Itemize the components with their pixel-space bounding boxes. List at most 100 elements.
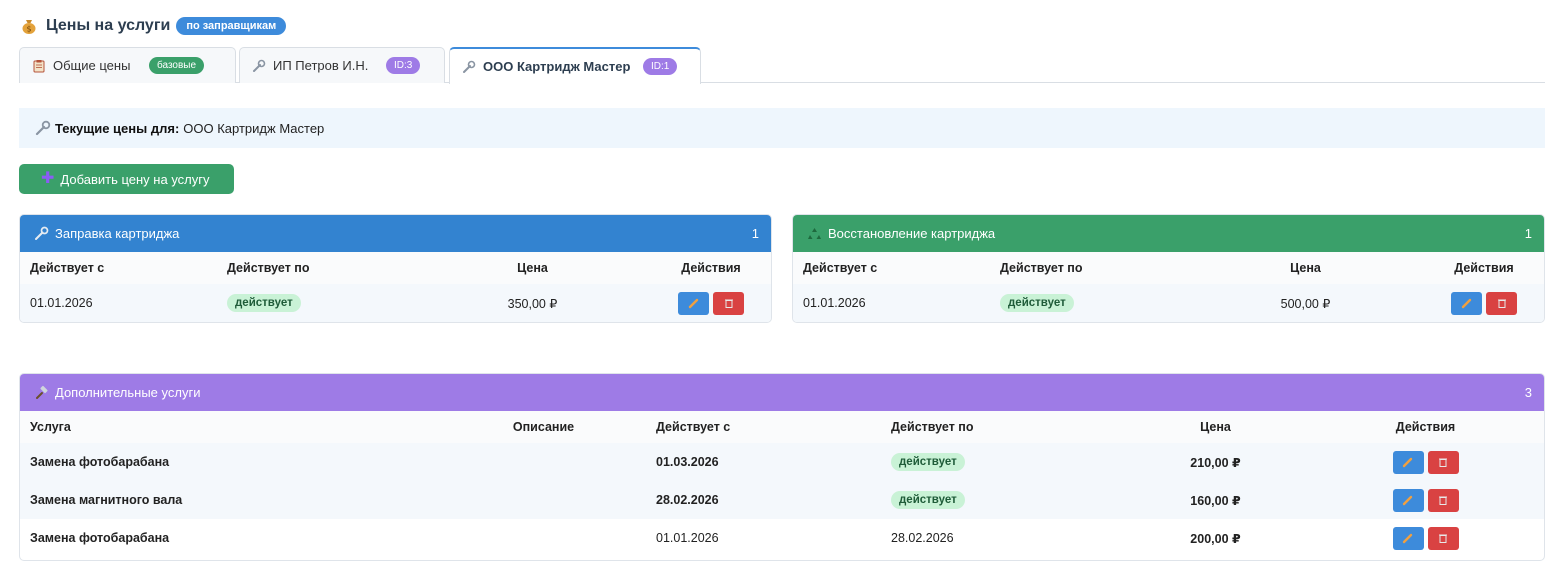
column-header: Действия — [651, 252, 771, 284]
price: 350,00 ₽ — [414, 284, 651, 322]
tab-badge: ID:3 — [386, 57, 421, 74]
valid-from: 01.01.2026 — [656, 531, 719, 545]
column-header: Действует по — [217, 252, 414, 284]
column-header: Действует по — [990, 252, 1187, 284]
column-header: Цена — [1124, 411, 1307, 443]
price: 210,00 ₽ — [1124, 443, 1307, 481]
trash-icon — [1439, 534, 1447, 543]
valid-from: 01.01.2026 — [793, 284, 990, 322]
trash-icon — [1439, 458, 1447, 467]
delete-button[interactable] — [713, 291, 744, 315]
money-bag-icon: $ — [22, 20, 36, 34]
page-title: Цены на услуги — [46, 17, 171, 34]
edit-button[interactable] — [1392, 488, 1424, 512]
tab-label: Общие цены — [53, 58, 131, 73]
card-header: Восстановление картриджа 1 — [793, 215, 1544, 252]
status-badge: действует — [227, 294, 301, 312]
title-badge: по заправщикам — [176, 17, 287, 35]
tab-label: ООО Картридж Мастер — [483, 59, 631, 74]
plus-icon: ✚ — [41, 170, 55, 187]
service-description — [441, 481, 646, 519]
trash-icon — [1497, 299, 1506, 308]
refill-price-table: Действует с Действует по Цена Действия 0… — [20, 252, 771, 322]
restore-price-card: Восстановление картриджа 1 Действует с Д… — [792, 214, 1545, 323]
column-header: Действует с — [20, 252, 217, 284]
delete-button[interactable] — [1427, 526, 1459, 550]
edit-button[interactable] — [1392, 526, 1424, 550]
service-name: Замена магнитного вала — [20, 481, 441, 519]
add-price-label: Добавить цену на услугу — [60, 171, 210, 187]
pencil-icon — [1461, 298, 1471, 309]
tab-badge: ID:1 — [643, 58, 678, 75]
wrench-icon — [253, 59, 266, 72]
status-badge: действует — [891, 491, 965, 509]
table-row: 01.01.2026 действует 500,00 ₽ — [793, 284, 1544, 322]
status-badge: действует — [891, 453, 965, 471]
edit-button[interactable] — [1451, 291, 1482, 315]
pencil-icon — [1402, 495, 1413, 506]
tab-label: ИП Петров И.Н. — [273, 58, 369, 73]
edit-button[interactable] — [1392, 450, 1424, 474]
trash-icon — [1439, 496, 1447, 505]
tab-petrov[interactable]: ИП Петров И.Н. ID:3 — [239, 47, 445, 83]
hammer-icon — [36, 385, 48, 399]
current-prices-info: Текущие цены для: ООО Картридж Мастер — [19, 108, 1545, 148]
refill-price-card: Заправка картриджа 1 Действует с Действу… — [19, 214, 772, 323]
card-title: Дополнительные услуги — [55, 385, 201, 400]
valid-from: 01.03.2026 — [646, 443, 881, 481]
delete-button[interactable] — [1486, 291, 1517, 315]
pencil-icon — [1402, 533, 1413, 544]
valid-from: 28.02.2026 — [646, 481, 881, 519]
column-header: Услуга — [20, 411, 441, 443]
tab-cartridge-master[interactable]: ООО Картридж Мастер ID:1 — [449, 47, 701, 84]
info-value: ООО Картридж Мастер — [183, 120, 325, 136]
card-title: Заправка картриджа — [55, 226, 180, 241]
wrench-icon — [463, 60, 476, 73]
service-name: Замена фотобарабана — [20, 443, 441, 481]
column-header: Действует с — [646, 411, 881, 443]
pencil-icon — [688, 298, 698, 309]
valid-from: 01.01.2026 — [20, 284, 217, 322]
tab-bar: Общие цены базовые ИП Петров И.Н. ID:3 О… — [19, 47, 1545, 84]
column-header: Действует по — [881, 411, 1124, 443]
trash-icon — [724, 299, 733, 308]
tab-badge: базовые — [149, 57, 205, 74]
recycle-icon — [808, 228, 821, 239]
price: 500,00 ₽ — [1187, 284, 1424, 322]
service-description — [441, 519, 646, 557]
svg-text:$: $ — [26, 25, 31, 34]
table-row: Замена фотобарабана 01.01.2026 28.02.202… — [20, 519, 1544, 557]
wrench-icon — [35, 226, 49, 240]
valid-to: 28.02.2026 — [891, 531, 954, 545]
card-count: 1 — [1524, 226, 1532, 241]
tab-general-prices[interactable]: Общие цены базовые — [19, 47, 236, 83]
column-header: Описание — [441, 411, 646, 443]
column-header: Действия — [1307, 411, 1544, 443]
price: 160,00 ₽ — [1124, 481, 1307, 519]
column-header: Действия — [1424, 252, 1544, 284]
add-price-button[interactable]: ✚ Добавить цену на услугу — [19, 164, 234, 194]
price: 200,00 ₽ — [1190, 531, 1241, 546]
delete-button[interactable] — [1427, 488, 1459, 512]
card-count: 1 — [751, 226, 759, 241]
column-header: Цена — [1187, 252, 1424, 284]
restore-price-table: Действует с Действует по Цена Действия 0… — [793, 252, 1544, 322]
pencil-icon — [1402, 457, 1413, 468]
service-description — [441, 443, 646, 481]
table-row: Замена фотобарабана 01.03.2026 действует… — [20, 443, 1544, 481]
page-header: $ Цены на услуги по заправщикам — [20, 15, 287, 37]
delete-button[interactable] — [1427, 450, 1459, 474]
edit-button[interactable] — [678, 291, 709, 315]
table-row: 01.01.2026 действует 350,00 ₽ — [20, 284, 771, 322]
card-count: 3 — [1524, 385, 1532, 400]
service-name: Замена фотобарабана — [30, 531, 170, 545]
column-header: Цена — [414, 252, 651, 284]
wrench-icon — [35, 120, 51, 136]
table-row: Замена магнитного вала 28.02.2026 действ… — [20, 481, 1544, 519]
clipboard-icon — [33, 59, 45, 72]
extra-services-table: Услуга Описание Действует с Действует по… — [20, 411, 1544, 557]
card-header: Заправка картриджа 1 — [20, 215, 771, 252]
extra-services-card: Дополнительные услуги 3 Услуга Описание … — [19, 373, 1545, 561]
status-badge: действует — [1000, 294, 1074, 312]
info-label: Текущие цены для: — [55, 120, 180, 136]
